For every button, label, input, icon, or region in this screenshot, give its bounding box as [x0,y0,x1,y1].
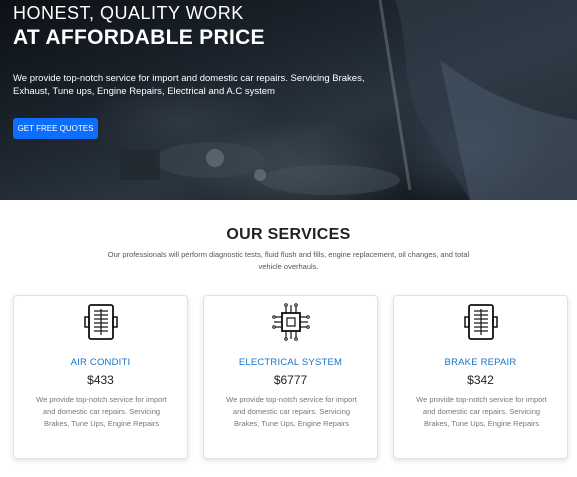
air-filter-icon [394,302,567,342]
get-free-quotes-button[interactable]: GET FREE QUOTES [13,118,98,139]
service-name: BRAKE REPAIR [444,357,517,368]
service-text: We provide top-notch service for import … [226,395,357,428]
services-title: OUR SERVICES [226,226,351,243]
service-card-air-conditioning[interactable]: AIR CONDITI $433 We provide top-notch se… [13,295,188,459]
air-filter-icon [14,302,187,342]
service-name: AIR CONDITI [70,357,131,368]
service-card-electrical-system[interactable]: ELECTRICAL SYSTEM $6777 We provide top-n… [203,295,378,459]
hero-description: We provide top-notch service for import … [13,73,365,97]
service-price: $342 [467,373,494,387]
hero-banner: HONEST, QUALITY WORK AT AFFORDABLE PRICE… [0,0,577,200]
service-price: $433 [87,373,114,387]
services-description: Our professionals will perform diagnosti… [107,250,470,271]
service-text: We provide top-notch service for import … [416,395,547,428]
service-price: $6777 [273,373,308,387]
microchip-icon [204,302,377,342]
hero-tagline: HONEST, QUALITY WORK [13,3,244,23]
service-card-brake-repair[interactable]: BRAKE REPAIR $342 We provide top-notch s… [393,295,568,459]
service-name: ELECTRICAL SYSTEM [238,357,343,368]
service-text: We provide top-notch service for import … [36,395,167,428]
hero-title: AT AFFORDABLE PRICE [13,26,265,49]
